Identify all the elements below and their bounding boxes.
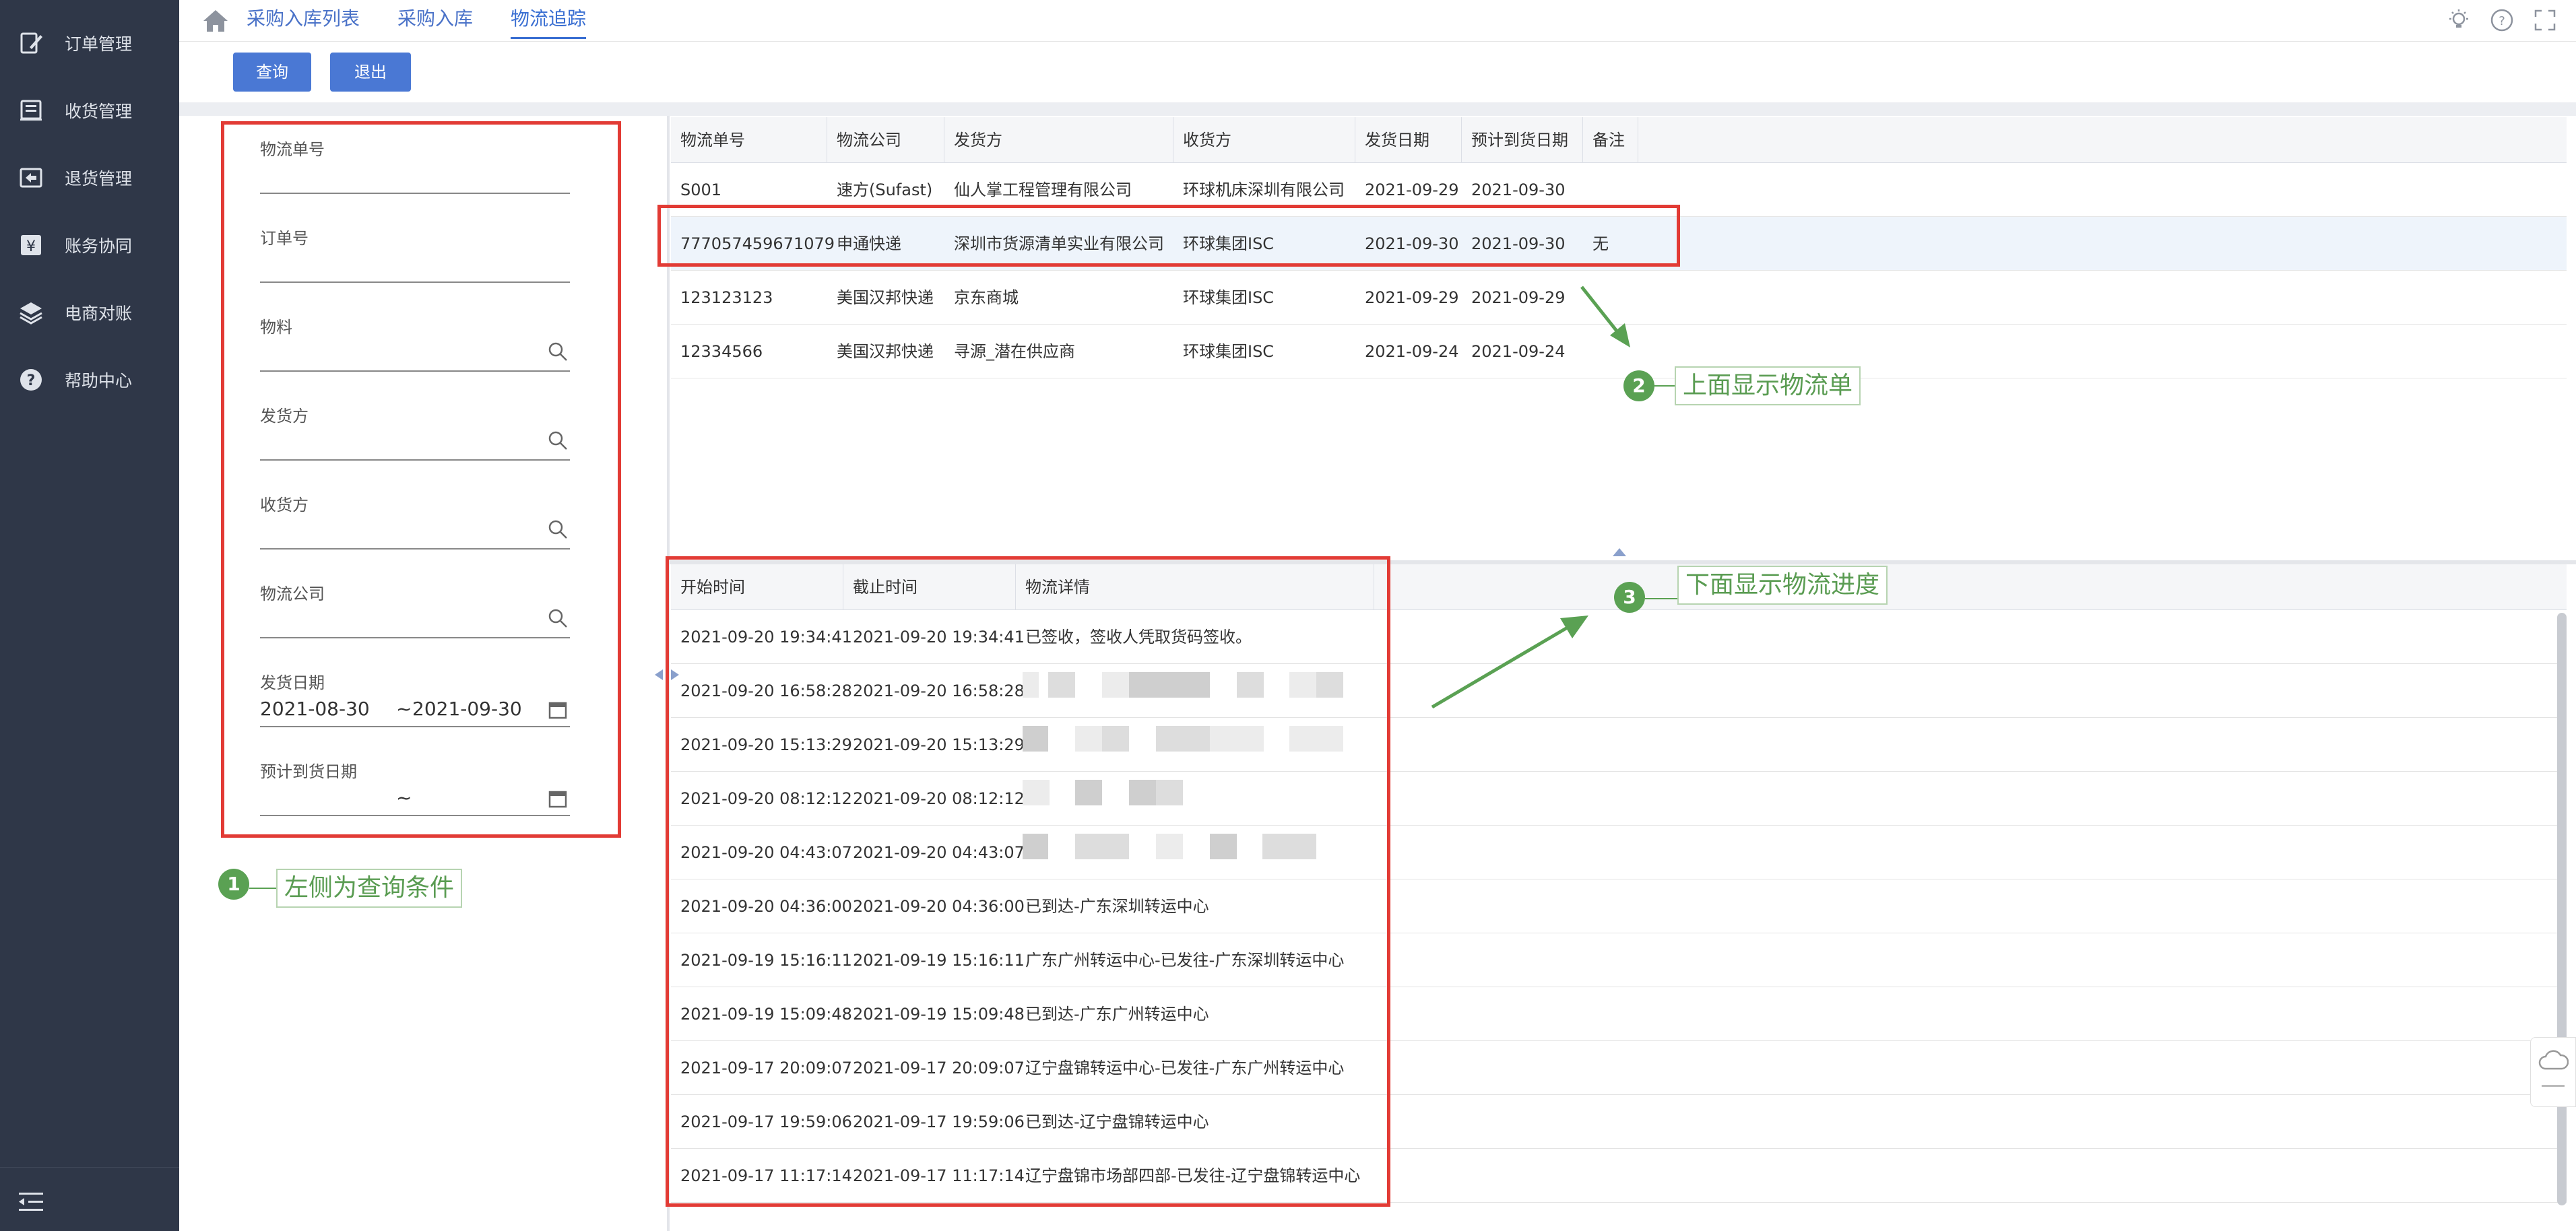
sidebar-item-label: 退货管理 bbox=[65, 169, 133, 189]
sidebar: 订单管理 收货管理 退货管理 ¥ 账务协同 电商对账 ? 帮助中心 bbox=[0, 0, 179, 1231]
logistics-no-input[interactable] bbox=[260, 193, 570, 194]
ship-date-from[interactable]: 2021-08-30 bbox=[260, 698, 370, 720]
search-icon[interactable] bbox=[547, 519, 569, 540]
table-cell: 寻源_潜在供应商 bbox=[954, 342, 1075, 361]
shipments-table-header: 物流单号 物流公司 发货方 收货方 发货日期 预计到货日期 备注 bbox=[671, 117, 2567, 163]
sidebar-item-label: 电商对账 bbox=[65, 304, 133, 323]
sidebar-item-label: 订单管理 bbox=[65, 34, 133, 54]
scrollbar[interactable] bbox=[2557, 613, 2567, 1205]
column-header[interactable]: 预计到货日期 bbox=[1462, 117, 1583, 163]
ship-date-separator: ~ bbox=[396, 698, 412, 720]
annotation-badge-2: 2 bbox=[1623, 370, 1654, 401]
material-input[interactable] bbox=[260, 370, 570, 372]
layers-icon bbox=[20, 302, 42, 325]
sidebar-item-help[interactable]: ? 帮助中心 bbox=[0, 346, 179, 413]
tab-purchase-receipt-list[interactable]: 采购入库列表 bbox=[247, 5, 360, 39]
table-cell: 2021-09-24 bbox=[1471, 342, 1566, 361]
search-icon[interactable] bbox=[547, 341, 569, 362]
annotation-highlight-tracking bbox=[666, 556, 1390, 1207]
sidebar-item-accounting[interactable]: ¥ 账务协同 bbox=[0, 211, 179, 279]
edit-icon bbox=[20, 32, 42, 54]
calendar-icon[interactable] bbox=[547, 699, 569, 721]
ship-date-to[interactable]: 2021-09-30 bbox=[412, 698, 522, 720]
annotation-connector-2 bbox=[1654, 385, 1675, 387]
sidebar-item-label: 帮助中心 bbox=[65, 371, 133, 391]
help-icon: ? bbox=[20, 369, 42, 391]
annotation-highlight-selected-row bbox=[657, 205, 1680, 267]
annotation-badge-1: 1 bbox=[218, 869, 249, 900]
eta-separator: ~ bbox=[396, 787, 412, 809]
sidebar-item-returns[interactable]: 退货管理 bbox=[0, 144, 179, 211]
yen-icon: ¥ bbox=[21, 235, 41, 255]
search-icon[interactable] bbox=[547, 607, 569, 629]
annotation-badge-3: 3 bbox=[1614, 582, 1645, 613]
toolbar bbox=[179, 42, 2576, 102]
shipper-input[interactable] bbox=[260, 459, 570, 461]
table-cell: 12334566 bbox=[680, 342, 763, 361]
calendar-icon[interactable] bbox=[547, 788, 569, 809]
order-no-input[interactable] bbox=[260, 281, 570, 283]
receiver-label: 收货方 bbox=[260, 496, 309, 514]
content-divider bbox=[179, 102, 2576, 116]
tab-logistics-tracking[interactable]: 物流追踪 bbox=[511, 5, 587, 39]
cloud-icon bbox=[2538, 1050, 2569, 1070]
sidebar-item-receiving[interactable]: 收货管理 bbox=[0, 77, 179, 144]
svg-text:?: ? bbox=[2499, 14, 2505, 28]
home-icon[interactable] bbox=[202, 8, 229, 34]
logistics-no-label: 物流单号 bbox=[260, 140, 325, 159]
table-cell: 2021-09-29 bbox=[1471, 288, 1566, 307]
query-button[interactable]: 查询 bbox=[233, 53, 311, 92]
annotation-note-2: 上面显示物流单 bbox=[1675, 366, 1861, 405]
tab-purchase-receipt[interactable]: 采购入库 bbox=[397, 5, 473, 39]
cloud-widget[interactable] bbox=[2530, 1037, 2576, 1107]
return-icon bbox=[20, 168, 42, 188]
fullscreen-icon[interactable] bbox=[2533, 8, 2557, 32]
bulb-icon[interactable] bbox=[2447, 8, 2471, 32]
sidebar-item-ecommerce-reconcile[interactable]: 电商对账 bbox=[0, 279, 179, 346]
annotation-arrow-2 bbox=[1580, 286, 1630, 347]
table-cell: 京东商城 bbox=[954, 288, 1019, 307]
annotation-connector-1 bbox=[249, 888, 276, 889]
ship-date-label: 发货日期 bbox=[260, 673, 325, 692]
eta-range-input[interactable] bbox=[260, 815, 570, 816]
table-cell: 环球集团ISC bbox=[1183, 288, 1275, 307]
column-header[interactable]: 物流单号 bbox=[671, 117, 827, 163]
shipper-label: 发货方 bbox=[260, 407, 309, 426]
table-cell: 2021-09-29 bbox=[1365, 288, 1459, 307]
table-cell: 美国汉邦快递 bbox=[837, 342, 934, 361]
svg-text:?: ? bbox=[27, 372, 36, 389]
material-label: 物料 bbox=[260, 318, 292, 337]
order-no-label: 订单号 bbox=[260, 229, 309, 248]
table-cell: 环球集团ISC bbox=[1183, 342, 1275, 361]
column-header[interactable]: 发货方 bbox=[944, 117, 1173, 163]
sidebar-item-label: 收货管理 bbox=[65, 102, 133, 121]
column-header[interactable]: 物流公司 bbox=[827, 117, 944, 163]
table-cell: 2021-09-24 bbox=[1365, 342, 1459, 361]
column-header[interactable]: 收货方 bbox=[1173, 117, 1355, 163]
column-header[interactable]: 发货日期 bbox=[1355, 117, 1462, 163]
svg-text:¥: ¥ bbox=[26, 238, 36, 255]
table-cell: 123123123 bbox=[680, 288, 773, 307]
sidebar-item-label: 账务协同 bbox=[65, 236, 133, 256]
sidebar-divider bbox=[0, 1167, 179, 1168]
collapse-menu-icon[interactable] bbox=[18, 1190, 44, 1214]
ship-date-range-input[interactable] bbox=[260, 726, 570, 727]
column-header[interactable]: 备注 bbox=[1583, 117, 1638, 163]
annotation-note-3: 下面显示物流进度 bbox=[1677, 566, 1888, 605]
annotation-connector-3 bbox=[1645, 598, 1677, 599]
help-circle-icon[interactable]: ? bbox=[2490, 8, 2514, 32]
inbox-icon bbox=[20, 100, 42, 121]
annotation-arrow-3 bbox=[1431, 616, 1588, 709]
search-icon[interactable] bbox=[547, 430, 569, 451]
logistics-company-input[interactable] bbox=[260, 637, 570, 638]
exit-button[interactable]: 退出 bbox=[330, 53, 411, 92]
annotation-note-1: 左侧为查询条件 bbox=[276, 869, 463, 908]
logistics-company-label: 物流公司 bbox=[260, 585, 325, 603]
table-cell: 美国汉邦快递 bbox=[837, 288, 934, 307]
receiver-input[interactable] bbox=[260, 548, 570, 550]
eta-label: 预计到货日期 bbox=[260, 762, 357, 781]
sidebar-item-orders[interactable]: 订单管理 bbox=[0, 9, 179, 77]
